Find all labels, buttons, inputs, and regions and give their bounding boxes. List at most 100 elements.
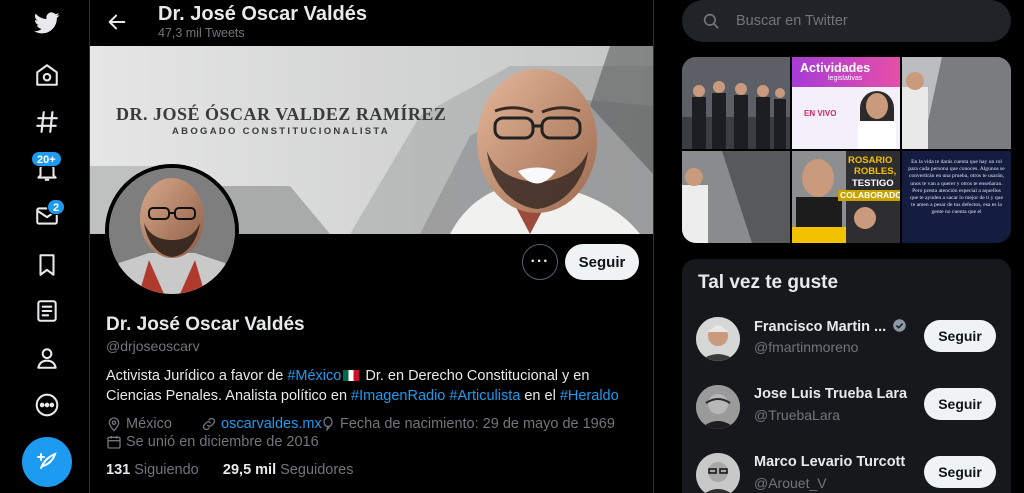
tile-headline-4: COLABORADOR [838, 190, 900, 201]
profile-website: oscarvaldes.mx [201, 416, 322, 432]
media-photo [902, 57, 1011, 149]
hashtag-icon [36, 111, 58, 133]
birthday-text: Fecha de nacimiento: 29 de mayo de 1969 [340, 416, 615, 432]
profile-stats: 131 Siguiendo 29,5 mil Seguidores [106, 462, 354, 478]
nav-lists[interactable] [22, 289, 72, 333]
hashtag-articulista-link[interactable]: #Articulista [449, 388, 520, 404]
follow-button[interactable]: Seguir [565, 244, 639, 280]
media-tile[interactable] [682, 57, 790, 149]
more-circle-icon [35, 393, 59, 417]
nav-messages[interactable]: 2 [22, 194, 72, 238]
suggestion-name: Jose Luis Trueba Lara [754, 386, 908, 402]
banner-title: DR. JOSÉ ÓSCAR VALDEZ RAMÍREZ [116, 104, 447, 124]
profile-birthday: Fecha de nacimiento: 29 de mayo de 1969 [320, 416, 615, 432]
website-link[interactable]: oscarvaldes.mx [221, 416, 322, 432]
tile-headline-2: ROBLES, [854, 166, 897, 177]
following-link[interactable]: 131 Siguiendo [106, 462, 199, 478]
hashtag-heraldo-link[interactable]: #Heraldo [560, 388, 619, 404]
header-name: Dr. José Oscar Valdés [158, 3, 368, 25]
profile-more-button[interactable]: ··· [522, 244, 558, 280]
profile-name: Dr. José Oscar Valdés [106, 314, 305, 335]
suggestion-name: Francisco Martin ... [754, 318, 907, 335]
suggestion-handle: @TruebaLara [754, 407, 841, 423]
nav-notifications[interactable]: 20+ [22, 148, 72, 192]
tile-title: Actividades [800, 61, 871, 75]
profile-header-bar: Dr. José Oscar Valdés 47,3 mil Tweets [90, 0, 653, 46]
following-count: 131 [106, 462, 131, 478]
avatar-photo [109, 168, 235, 294]
following-label: Siguiendo [134, 462, 199, 478]
profile-location: México [106, 416, 172, 432]
suggestion-follow-button[interactable]: Seguir [924, 388, 996, 420]
location-pin-icon [108, 417, 120, 432]
avatar-photo [696, 317, 740, 361]
profile-media-grid: Actividades legislativas EN VIVO ROSARIO… [682, 57, 1011, 243]
suggestion-name: Marco Levario Turcott [754, 454, 906, 470]
avatar-photo [696, 453, 740, 493]
link-icon [202, 417, 216, 431]
media-tile[interactable]: ROSARIO ROBLES, TESTIGO COLABORADOR [792, 151, 900, 243]
suggestion-row[interactable]: Jose Luis Trueba Lara @TruebaLara Seguir [682, 377, 1011, 437]
followers-label: Seguidores [280, 462, 354, 478]
balloon-icon [323, 416, 333, 431]
location-text: México [126, 416, 172, 432]
followers-count: 29,5 mil [222, 462, 277, 478]
list-icon [37, 300, 57, 322]
suggestion-name-text: Francisco Martin ... [754, 319, 887, 335]
who-to-follow-title: Tal vez te guste [698, 272, 839, 293]
search-icon [703, 13, 719, 29]
messages-badge: 2 [47, 199, 66, 215]
verified-badge-icon [893, 319, 906, 332]
profile-handle: @drjoseoscarv [106, 338, 200, 354]
bio-text: Activista Jurídico a favor de [106, 368, 288, 384]
hashtag-mexico-link[interactable]: #México [287, 368, 341, 384]
profile-joined: Se unió en diciembre de 2016 [106, 434, 319, 450]
mexico-flag-icon [343, 370, 360, 381]
search-box [682, 0, 1011, 42]
header-tweet-count: 47,3 mil Tweets [158, 26, 245, 40]
nav-explore[interactable] [22, 100, 72, 144]
nav-profile[interactable] [22, 336, 72, 380]
avatar [696, 385, 740, 429]
compose-tweet-button[interactable] [22, 437, 72, 487]
tile-headline-1: ROSARIO [848, 155, 893, 166]
home-icon [36, 64, 58, 86]
nav-home[interactable] [22, 53, 72, 97]
media-photo [682, 151, 790, 243]
avatar [696, 317, 740, 361]
left-nav: 20+ 2 [0, 0, 92, 493]
calendar-icon [107, 436, 121, 449]
followers-link[interactable]: 29,5 mil Seguidores [223, 462, 354, 478]
media-tile[interactable] [902, 57, 1011, 149]
notifications-badge: 20+ [31, 151, 62, 167]
nav-bookmarks[interactable] [22, 243, 72, 287]
profile-bio: Activista Jurídico a favor de #México Dr… [106, 366, 646, 406]
profile-avatar[interactable] [105, 164, 239, 298]
who-to-follow-panel: Tal vez te guste Francisco Martin ... @f… [682, 259, 1011, 493]
person-icon [37, 348, 57, 369]
hashtag-imagenradio-link[interactable]: #ImagenRadio [351, 388, 445, 404]
suggestion-handle: @Arouet_V [754, 475, 827, 491]
profile-column: DR. JOSÉ ÓSCAR VALDEZ RAMÍREZ ABOGADO CO… [89, 0, 654, 493]
tile-quote-text: En la vida te darás cuenta que hay un ro… [908, 159, 1005, 216]
suggestion-row[interactable]: Francisco Martin ... @fmartinmoreno Segu… [682, 309, 1011, 369]
twitter-bird-icon [34, 12, 60, 34]
tile-live-label: EN VIVO [804, 109, 837, 118]
joined-text: Se unió en diciembre de 2016 [126, 434, 319, 450]
avatar-photo [696, 385, 740, 429]
suggestion-follow-button[interactable]: Seguir [924, 456, 996, 488]
bookmark-icon [39, 254, 55, 276]
suggestion-follow-button[interactable]: Seguir [924, 320, 996, 352]
tile-subtitle: legislativas [828, 75, 863, 82]
media-tile[interactable]: Actividades legislativas EN VIVO [792, 57, 900, 149]
twitter-logo[interactable] [22, 1, 72, 45]
back-arrow-icon[interactable] [106, 11, 128, 33]
banner-subtitle: ABOGADO CONSTITUCIONALISTA [172, 126, 390, 137]
nav-more[interactable] [22, 383, 72, 427]
media-tile[interactable]: En la vida te darás cuenta que hay un ro… [902, 151, 1011, 243]
search-input[interactable] [736, 0, 996, 42]
avatar [696, 453, 740, 493]
feather-plus-icon [37, 452, 57, 469]
media-tile[interactable] [682, 151, 790, 243]
suggestion-row[interactable]: Marco Levario Turcott @Arouet_V Seguir [682, 445, 1011, 493]
